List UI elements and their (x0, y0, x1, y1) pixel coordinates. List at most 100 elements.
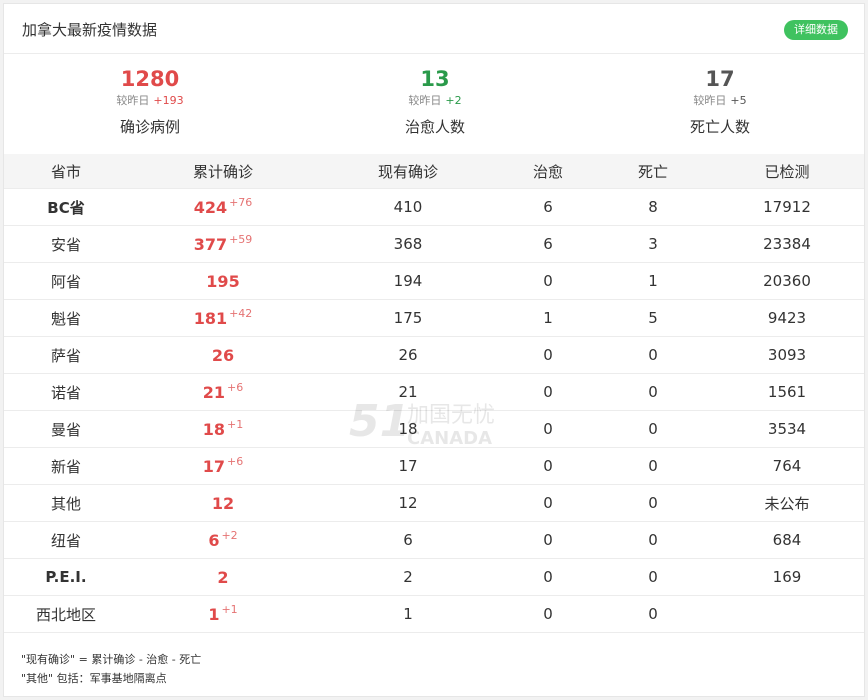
cell-total: 17 +6 (128, 448, 318, 484)
header-tested: 已检测 (764, 162, 810, 181)
table-header: 省市 累计确诊 现有确诊 治愈 死亡 已检测 (4, 154, 864, 189)
total-value: 377 (193, 234, 228, 254)
total-value: 1 (208, 604, 220, 624)
cell-province: 诺省 (4, 374, 128, 410)
stat-confirmed-label: 确诊病例 (119, 118, 180, 136)
header-deaths: 死亡 (637, 162, 668, 181)
cell-deaths: 3 (648, 235, 658, 253)
header-recovered: 治愈 (532, 162, 563, 181)
cell-total: 2 (128, 559, 318, 595)
cell-recovered: 6 (543, 198, 553, 216)
cell-recovered: 0 (543, 346, 553, 364)
cell-total: 6 +2 (128, 522, 318, 558)
cell-tested: 764 (772, 457, 802, 475)
cell-current: 410 (393, 198, 423, 216)
summary-stats: 1280 较昨日 +193 确诊病例 13 较昨日 +2 治愈人数 17 较昨日 +5… (4, 66, 864, 154)
cell-province: P.E.I. (4, 559, 128, 595)
table-row: P.E.I. 2 2 0 0 169 (4, 559, 864, 596)
delta-prefix: 较昨日 (693, 94, 727, 107)
province-name: 其他 (50, 494, 81, 513)
table-row: 阿省 195 194 0 1 20360 (4, 263, 864, 300)
detail-data-button[interactable]: 详细数据 (784, 20, 848, 40)
cell-recovered: 0 (543, 494, 553, 512)
increase-value: +6 (227, 454, 244, 468)
stat-deaths-value: 17 (705, 67, 735, 91)
stat-deaths: 17 较昨日 +5 死亡人数 (620, 66, 820, 137)
province-name: 西北地区 (35, 605, 96, 624)
cell-current: 21 (398, 383, 418, 401)
cell-tested: 684 (772, 531, 802, 549)
cell-recovered: 6 (543, 235, 553, 253)
cell-recovered: 0 (543, 605, 553, 623)
stat-deaths-delta: 较昨日 +5 (620, 93, 820, 109)
cell-tested: 17912 (763, 198, 811, 216)
increase-value: +6 (227, 380, 244, 394)
total-value: 17 (202, 456, 226, 476)
cell-deaths: 0 (648, 346, 658, 364)
cell-tested: 3093 (767, 346, 807, 364)
cell-deaths: 0 (648, 568, 658, 586)
footer-note-current: "现有确诊" = 累计确诊 - 治愈 - 死亡 (21, 653, 202, 666)
cell-current: 17 (398, 457, 418, 475)
cell-total: 181 +42 (128, 300, 318, 336)
cell-tested: 3534 (767, 420, 807, 438)
province-name: P.E.I. (45, 568, 87, 586)
cell-province: 萨省 (4, 337, 128, 373)
stat-deaths-label: 死亡人数 (689, 118, 750, 136)
cell-deaths: 1 (648, 272, 658, 290)
delta-prefix: 较昨日 (408, 94, 442, 107)
province-table: 省市 累计确诊 现有确诊 治愈 死亡 已检测 BC省 424 +76 410 6 8 179… (4, 154, 864, 633)
cell-current: 6 (403, 531, 413, 549)
province-name: 萨省 (50, 346, 81, 365)
increase-value: +59 (229, 232, 253, 246)
cell-deaths: 0 (648, 531, 658, 549)
total-value: 6 (208, 530, 220, 550)
province-name: 诺省 (50, 383, 81, 402)
table-row: 西北地区 1 +1 1 0 0 (4, 596, 864, 633)
cell-tested: 9423 (767, 309, 807, 327)
increase-value: +1 (221, 602, 238, 616)
cell-deaths: 0 (648, 494, 658, 512)
card-header: 加拿大最新疫情数据 详细数据 (4, 4, 864, 54)
table-row: 纽省 6 +2 6 0 0 684 (4, 522, 864, 559)
cell-current: 18 (398, 420, 418, 438)
cell-recovered: 0 (543, 383, 553, 401)
stat-recovered-label: 治愈人数 (404, 118, 465, 136)
cell-province: 其他 (4, 485, 128, 521)
table-row: 萨省 26 26 0 0 3093 (4, 337, 864, 374)
cell-tested: 20360 (763, 272, 811, 290)
cell-province: 安省 (4, 226, 128, 262)
cell-deaths: 0 (648, 457, 658, 475)
cell-tested: 23384 (763, 235, 811, 253)
cell-recovered: 0 (543, 568, 553, 586)
province-name: 安省 (50, 235, 81, 254)
table-row: 魁省 181 +42 175 1 5 9423 (4, 300, 864, 337)
total-value: 18 (202, 419, 226, 439)
total-value: 181 (193, 308, 228, 328)
cell-province: 新省 (4, 448, 128, 484)
table-row: 诺省 21 +6 21 0 0 1561 (4, 374, 864, 411)
cell-current: 368 (393, 235, 423, 253)
cell-total: 1 +1 (128, 596, 318, 632)
total-value: 21 (202, 382, 226, 402)
table-row: 安省 377 +59 368 6 3 23384 (4, 226, 864, 263)
increase-value: +76 (229, 195, 253, 209)
cell-province: 曼省 (4, 411, 128, 447)
cell-current: 194 (393, 272, 423, 290)
header-total: 累计确诊 (192, 162, 253, 181)
table-body: BC省 424 +76 410 6 8 17912 安省 377 +59 368 6 3 23384 阿省 1… (4, 189, 864, 633)
cell-province: 阿省 (4, 263, 128, 299)
cell-tested: 未公布 (764, 494, 810, 513)
province-name: 曼省 (50, 420, 81, 439)
table-row: 其他 12 12 0 0 未公布 (4, 485, 864, 522)
footer-note-other: "其他" 包括：军事基地隔离点 (21, 672, 167, 685)
cell-current: 26 (398, 346, 418, 364)
cell-deaths: 8 (648, 198, 658, 216)
total-value: 195 (206, 271, 240, 291)
cell-deaths: 0 (648, 383, 658, 401)
total-value: 424 (193, 197, 228, 217)
cell-current: 2 (403, 568, 413, 586)
increase-value: +2 (221, 528, 238, 542)
cell-recovered: 0 (543, 272, 553, 290)
cell-province: 纽省 (4, 522, 128, 558)
